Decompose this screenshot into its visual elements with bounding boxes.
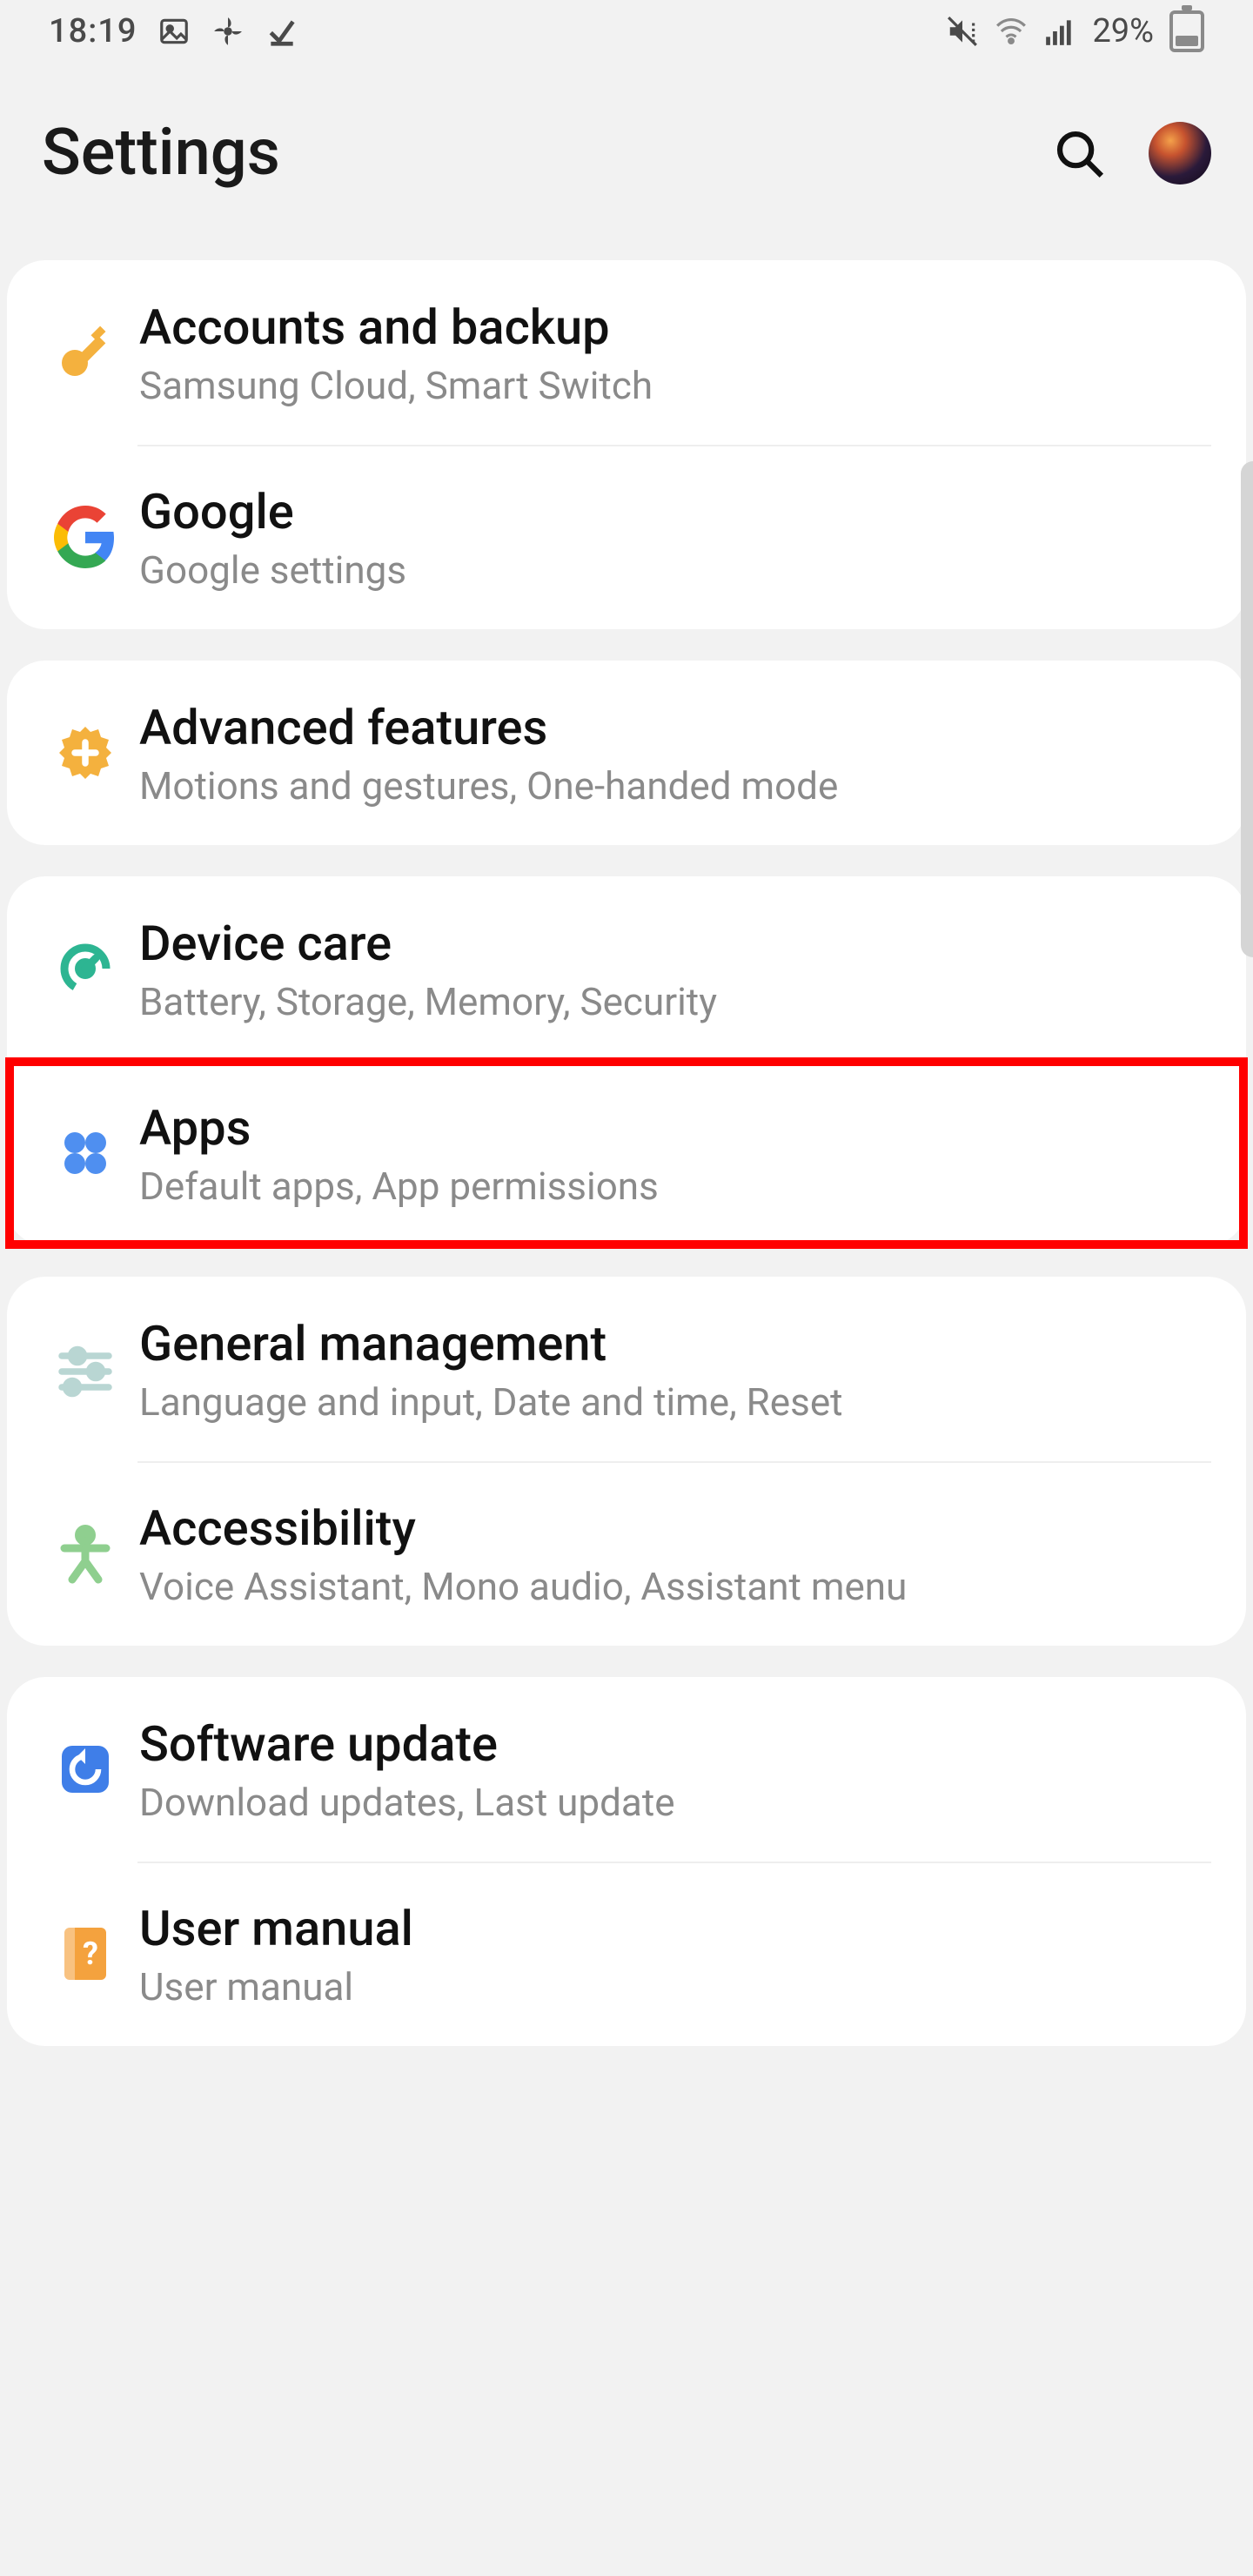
row-title: Accessibility <box>139 1498 1211 1559</box>
mute-vibrate-icon <box>946 15 979 48</box>
row-text: Google Google settings <box>129 481 1211 593</box>
header-actions <box>1051 122 1211 184</box>
row-title: Device care <box>139 913 1211 974</box>
settings-group: Software update Download updates, Last up… <box>7 1677 1246 2046</box>
row-text: Software update Download updates, Last up… <box>129 1714 1211 1825</box>
signal-icon <box>1043 15 1076 48</box>
row-title: Advanced features <box>139 697 1211 758</box>
person-icon <box>42 1522 129 1585</box>
header: Settings <box>0 63 1253 260</box>
row-text: General management Language and input, Da… <box>129 1313 1211 1425</box>
row-subtitle: Samsung Cloud, Smart Switch <box>139 363 1211 408</box>
settings-group: General management Language and input, Da… <box>7 1277 1246 1646</box>
row-title: Google <box>139 481 1211 542</box>
status-left: 18:19 <box>49 12 298 50</box>
search-icon <box>1052 126 1106 180</box>
row-subtitle: Default apps, App permissions <box>139 1164 1211 1209</box>
settings-group: Advanced features Motions and gestures, O… <box>7 661 1246 845</box>
row-text: Accounts and backup Samsung Cloud, Smart … <box>129 297 1211 408</box>
download-done-icon <box>265 15 298 48</box>
row-subtitle: Language and input, Date and time, Reset <box>139 1379 1211 1425</box>
row-subtitle: Voice Assistant, Mono audio, Assistant m… <box>139 1564 1211 1609</box>
settings-group: Device care Battery, Storage, Memory, Sec… <box>7 876 1246 1245</box>
settings-row-device-care[interactable]: Device care Battery, Storage, Memory, Sec… <box>7 876 1246 1061</box>
row-title: User manual <box>139 1898 1211 1959</box>
row-text: Apps Default apps, App permissions <box>129 1097 1211 1209</box>
page-title: Settings <box>42 115 280 191</box>
book-q-icon: ? <box>42 1922 129 1985</box>
settings-row-google[interactable]: Google Google settings <box>7 445 1246 629</box>
gear-plus-icon <box>42 721 129 784</box>
fan-icon <box>211 15 245 48</box>
row-title: Software update <box>139 1714 1211 1774</box>
sliders-icon <box>42 1338 129 1400</box>
row-subtitle: User manual <box>139 1964 1211 2009</box>
settings-list[interactable]: Accounts and backup Samsung Cloud, Smart … <box>0 260 1253 2046</box>
battery-percent: 29% <box>1092 12 1154 50</box>
gauge-icon <box>42 937 129 1000</box>
refresh-badge-icon <box>42 1738 129 1801</box>
settings-row-apps[interactable]: Apps Default apps, App permissions <box>7 1061 1246 1245</box>
settings-row-general-management[interactable]: General management Language and input, Da… <box>7 1277 1246 1461</box>
wifi-icon <box>995 15 1028 48</box>
profile-avatar[interactable] <box>1149 122 1211 184</box>
row-text: User manual User manual <box>129 1898 1211 2009</box>
row-text: Advanced features Motions and gestures, O… <box>129 697 1211 808</box>
settings-row-accessibility[interactable]: Accessibility Voice Assistant, Mono audio… <box>7 1461 1246 1646</box>
battery-icon <box>1169 10 1204 52</box>
settings-group: Accounts and backup Samsung Cloud, Smart … <box>7 260 1246 629</box>
settings-row-user-manual[interactable]: ? User manual User manual <box>7 1862 1246 2046</box>
picture-icon <box>157 15 191 48</box>
status-right: 29% <box>946 10 1204 52</box>
search-button[interactable] <box>1051 125 1107 181</box>
settings-row-software-update[interactable]: Software update Download updates, Last up… <box>7 1677 1246 1862</box>
row-subtitle: Google settings <box>139 547 1211 593</box>
row-text: Device care Battery, Storage, Memory, Sec… <box>129 913 1211 1024</box>
row-title: Accounts and backup <box>139 297 1211 358</box>
svg-text:?: ? <box>83 1935 98 1972</box>
status-time: 18:19 <box>49 12 137 50</box>
row-title: General management <box>139 1313 1211 1374</box>
row-subtitle: Motions and gestures, One-handed mode <box>139 763 1211 808</box>
settings-row-advanced-features[interactable]: Advanced features Motions and gestures, O… <box>7 661 1246 845</box>
grid4-icon <box>42 1122 129 1184</box>
row-subtitle: Battery, Storage, Memory, Security <box>139 979 1211 1024</box>
key-icon <box>42 321 129 384</box>
row-subtitle: Download updates, Last update <box>139 1780 1211 1825</box>
status-bar: 18:19 29% <box>0 0 1253 63</box>
scrollbar[interactable] <box>1241 461 1253 957</box>
row-title: Apps <box>139 1097 1211 1158</box>
settings-row-accounts-backup[interactable]: Accounts and backup Samsung Cloud, Smart … <box>7 260 1246 445</box>
google-icon <box>42 506 129 568</box>
row-text: Accessibility Voice Assistant, Mono audio… <box>129 1498 1211 1609</box>
